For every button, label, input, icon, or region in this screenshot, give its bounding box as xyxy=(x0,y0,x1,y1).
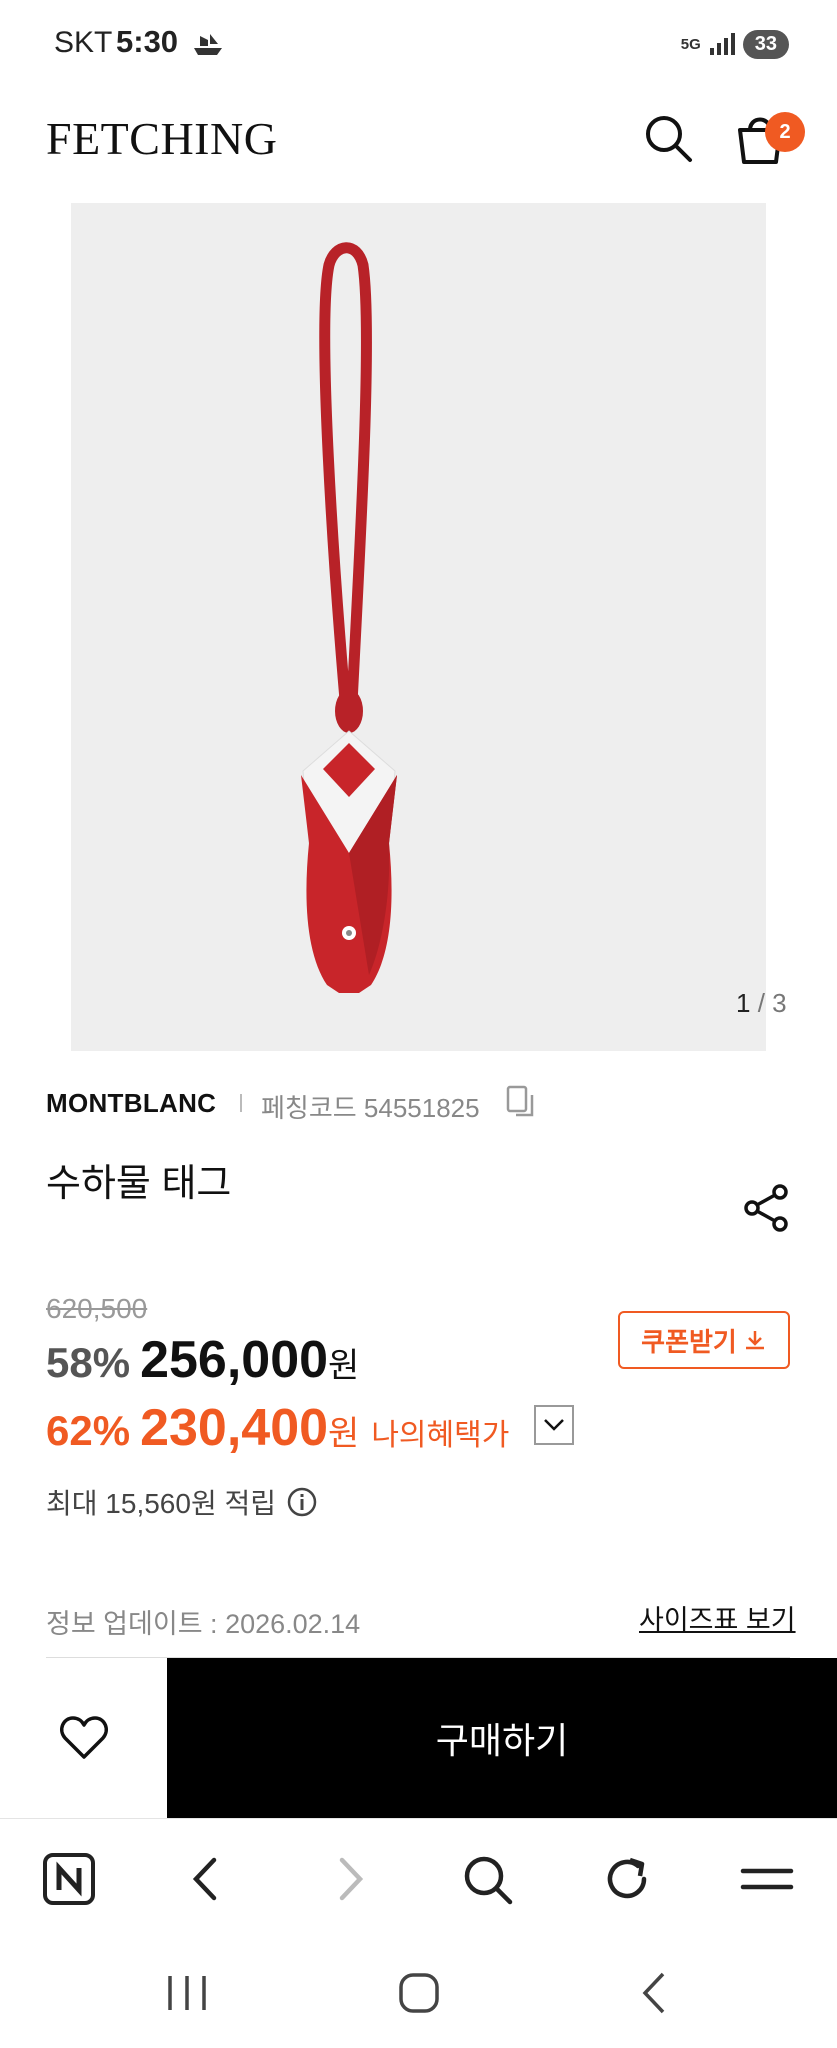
points-info: 최대 15,560원 적립 xyxy=(46,1482,318,1522)
info-update: 정보 업데이트 : 2026.02.14 xyxy=(46,1602,360,1641)
recents-button[interactable] xyxy=(162,1968,212,2018)
benefit-details-toggle[interactable] xyxy=(534,1405,574,1445)
status-icons: 5G 33 xyxy=(681,26,789,62)
recents-icon xyxy=(168,1976,206,2010)
refresh-button[interactable] xyxy=(600,1852,654,1906)
image-total: 3 xyxy=(772,988,787,1018)
benefit-discount-rate: 62% xyxy=(46,1407,131,1454)
search-icon xyxy=(646,116,692,162)
menu-button[interactable] xyxy=(740,1852,794,1906)
chevron-down-icon xyxy=(544,1419,564,1431)
signal-icon xyxy=(709,33,735,55)
brand-name[interactable]: MONTBLANC xyxy=(46,1088,216,1119)
copy-code-button[interactable] xyxy=(506,1085,536,1119)
battery-indicator: 33 xyxy=(742,29,789,59)
product-name: 수하물 태그 xyxy=(46,1163,232,1205)
sale-price-row: 58% 256,000 원 xyxy=(46,1330,359,1390)
image-current: 1 xyxy=(736,988,751,1018)
back-icon xyxy=(642,1972,665,2014)
buy-button[interactable]: 구매하기 xyxy=(167,1658,837,1818)
update-label: 정보 업데이트 : xyxy=(46,1609,218,1639)
benefit-price-row: 62% 230,400 원 나의혜택가 xyxy=(46,1398,509,1458)
menu-icon xyxy=(740,1868,794,1890)
luggage-tag-image xyxy=(301,242,397,993)
home-button[interactable] xyxy=(394,1968,444,2018)
wishlist-button[interactable] xyxy=(0,1658,167,1818)
sale-price: 256,000 xyxy=(140,1331,329,1389)
info-icon[interactable] xyxy=(286,1486,318,1518)
size-chart-link[interactable]: 사이즈표 보기 xyxy=(639,1598,796,1637)
currency-label: 원 xyxy=(328,1415,360,1453)
browser-toolbar xyxy=(0,1818,837,1937)
heart-icon xyxy=(59,1716,108,1759)
share-icon xyxy=(744,1184,788,1232)
points-text: 최대 15,560원 적립 xyxy=(46,1488,276,1519)
search-icon xyxy=(464,1856,513,1905)
benefit-price: 230,400 xyxy=(140,1399,329,1457)
home-icon xyxy=(399,1973,439,2013)
download-icon xyxy=(745,1331,764,1350)
naver-home-icon xyxy=(43,1853,95,1905)
fetching-logo[interactable]: FETCHING xyxy=(46,112,277,165)
image-counter-separator: / xyxy=(757,988,765,1018)
discount-rate: 58% xyxy=(46,1339,131,1386)
fetching-code-label: 페칭코드 xyxy=(261,1093,357,1123)
forward-button[interactable] xyxy=(322,1852,376,1906)
coupon-download-button[interactable]: 쿠폰받기 xyxy=(618,1311,790,1369)
refresh-icon xyxy=(607,1857,647,1899)
update-date: 2026.02.14 xyxy=(225,1609,361,1639)
back-button[interactable] xyxy=(180,1852,234,1906)
system-back-button[interactable] xyxy=(630,1968,680,2018)
coupon-button-label: 쿠폰받기 xyxy=(641,1326,737,1357)
carrier-label: SKT xyxy=(54,26,113,59)
fetching-code: 페칭코드 54551825 xyxy=(261,1088,480,1125)
network-type: 5G xyxy=(680,35,701,53)
share-button[interactable] xyxy=(740,1180,796,1236)
forward-icon xyxy=(339,1857,364,1901)
naver-home-button[interactable] xyxy=(42,1852,96,1906)
boat-notification-icon xyxy=(194,34,222,55)
status-time: 5:30 xyxy=(116,24,179,59)
product-image[interactable] xyxy=(71,203,766,1051)
search-button[interactable] xyxy=(640,110,696,166)
fetching-code-value: 54551825 xyxy=(363,1093,480,1123)
divider xyxy=(240,1094,242,1112)
copy-icon xyxy=(506,1085,534,1117)
my-benefit-label: 나의혜택가 xyxy=(371,1419,510,1452)
currency-label: 원 xyxy=(328,1347,360,1385)
original-price: 620,500 xyxy=(46,1293,148,1324)
cart-count-badge: 2 xyxy=(765,112,805,152)
browser-search-button[interactable] xyxy=(460,1852,514,1906)
image-counter: 1 / 3 xyxy=(736,988,787,1019)
back-icon xyxy=(192,1857,217,1901)
